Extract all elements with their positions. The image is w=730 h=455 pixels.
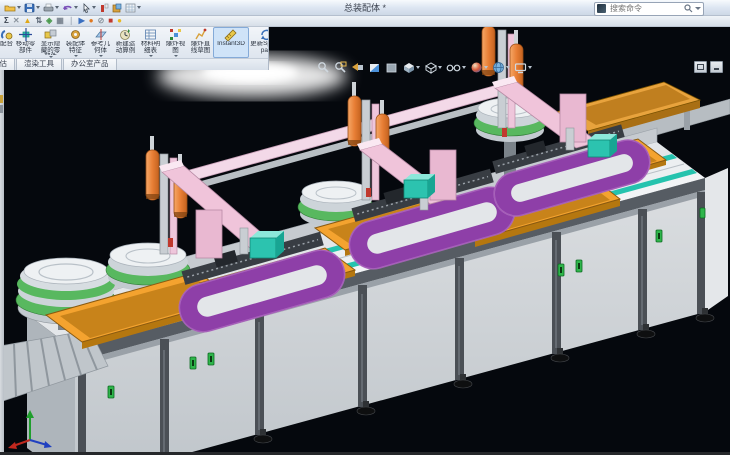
table-icon[interactable]: ▦ <box>56 17 64 25</box>
update-speedpak-button[interactable]: 更新Speedpak <box>249 27 268 58</box>
play-icon[interactable]: ▶ <box>79 17 85 25</box>
open-icon[interactable] <box>3 1 22 14</box>
annotation-box-icon[interactable] <box>384 61 399 74</box>
section-view-icon[interactable] <box>367 61 382 74</box>
teal-block-3 <box>588 134 617 157</box>
search-dropdown-icon[interactable] <box>695 7 701 10</box>
ball-icon[interactable]: ● <box>117 17 122 25</box>
instant3d-icon <box>224 28 238 41</box>
rebuild-icon[interactable] <box>98 1 110 14</box>
toolbar-divider: ❘ <box>68 17 75 25</box>
disabled-icon[interactable]: ⊘ <box>98 17 105 25</box>
panel-grip-icon[interactable] <box>0 105 3 113</box>
minimize-icon[interactable] <box>710 61 723 73</box>
new-motion-study-button[interactable]: 新建运动算例 <box>113 27 138 58</box>
reference-geometry-button[interactable]: 参考几何体 <box>88 27 113 58</box>
move-component-icon <box>19 28 32 41</box>
equation-icon[interactable]: Σ <box>4 17 9 25</box>
select-cursor-icon[interactable] <box>80 1 97 14</box>
assembly-features-icon <box>69 28 82 41</box>
tools-toolbar: Σ ✕ ▲ ⇅ ◈ ▦ ❘ ▶ ● ⊘ ■ ● <box>0 16 730 27</box>
ribbon-buttons: 配合 移动零部件 显示隐藏的零部件 装配体特征 参考几何体 <box>0 27 268 58</box>
explode-line-icon <box>194 28 207 41</box>
command-manager-tabs: 评估 渲染工具 办公室产品 <box>0 58 268 70</box>
3d-scene[interactable] <box>0 27 730 452</box>
search-input[interactable] <box>608 3 682 14</box>
mate-button[interactable]: 配合 <box>0 27 13 58</box>
teal-block-1 <box>250 231 284 258</box>
exploded-view-icon <box>169 28 182 41</box>
command-manager: 配合 移动零部件 显示隐藏的零部件 装配体特征 参考几何体 <box>0 27 269 70</box>
bom-table-icon <box>144 28 157 41</box>
stop-icon[interactable]: ■ <box>108 17 113 25</box>
show-hidden-components-button[interactable]: 显示隐藏的零部件 <box>38 27 63 58</box>
motion-study-icon <box>119 28 132 41</box>
record-icon[interactable]: ● <box>89 17 94 25</box>
restore-icon[interactable] <box>694 61 707 73</box>
feature-tree-collapsed-strip[interactable] <box>0 27 4 452</box>
tab-office-products[interactable]: 办公室产品 <box>63 58 117 70</box>
teal-block-2 <box>404 174 435 198</box>
previous-view-icon[interactable] <box>350 61 365 74</box>
instant3d-button[interactable]: Instant3D <box>213 27 249 58</box>
view-orientation-icon[interactable] <box>401 61 421 74</box>
sketch-grid-icon[interactable] <box>124 1 142 14</box>
quick-access-toolbar <box>0 1 142 14</box>
hide-show-items-icon[interactable] <box>445 61 467 74</box>
search-icon[interactable] <box>684 4 693 13</box>
zoom-area-icon[interactable] <box>333 61 348 74</box>
show-hidden-icon <box>44 28 57 41</box>
move-component-button[interactable]: 移动零部件 <box>13 27 38 58</box>
solidworks-window: 总装配体 * Σ ✕ ▲ ⇅ ◈ ▦ ❘ ▶ ● ⊘ ■ ● <box>0 0 730 455</box>
tab-render-tools[interactable]: 渲染工具 <box>16 58 62 70</box>
apply-scene-icon[interactable] <box>491 61 511 74</box>
graphics-viewport[interactable] <box>0 27 730 452</box>
tab-evaluate[interactable]: 评估 <box>0 58 15 70</box>
document-window-buttons <box>694 61 723 73</box>
warning-icon[interactable]: ▲ <box>24 17 32 25</box>
interference-icon[interactable]: ✕ <box>13 17 20 25</box>
mate-tool-icon <box>0 28 13 41</box>
update-speedpak-icon <box>260 28 269 41</box>
explode-line-sketch-button[interactable]: 爆炸直线草图 <box>188 27 213 58</box>
exploded-view-button[interactable]: 爆炸视图 <box>163 27 188 58</box>
share-icon[interactable]: ◈ <box>46 17 52 25</box>
display-style-icon[interactable] <box>423 61 443 74</box>
edit-appearance-icon[interactable] <box>469 61 489 74</box>
zoom-fit-icon[interactable] <box>316 61 331 74</box>
bill-of-materials-button[interactable]: 材料明细表 <box>138 27 163 58</box>
save-icon[interactable] <box>23 1 41 14</box>
machine-3d-model[interactable] <box>0 27 730 452</box>
assembly-features-button[interactable]: 装配体特征 <box>63 27 88 58</box>
undo-icon[interactable] <box>61 1 79 14</box>
view-settings-icon[interactable] <box>513 61 533 74</box>
heads-up-toolbar <box>316 61 533 74</box>
appearance-icon[interactable] <box>111 1 123 14</box>
title-bar: 总装配体 * <box>0 0 730 16</box>
assembly-tree-icon[interactable] <box>0 95 3 103</box>
print-icon[interactable] <box>42 1 60 14</box>
mate-icon[interactable]: ⇅ <box>35 17 42 25</box>
solidworks-logo-icon <box>597 4 606 13</box>
reference-geometry-icon <box>94 28 107 41</box>
search-box[interactable] <box>594 2 704 16</box>
